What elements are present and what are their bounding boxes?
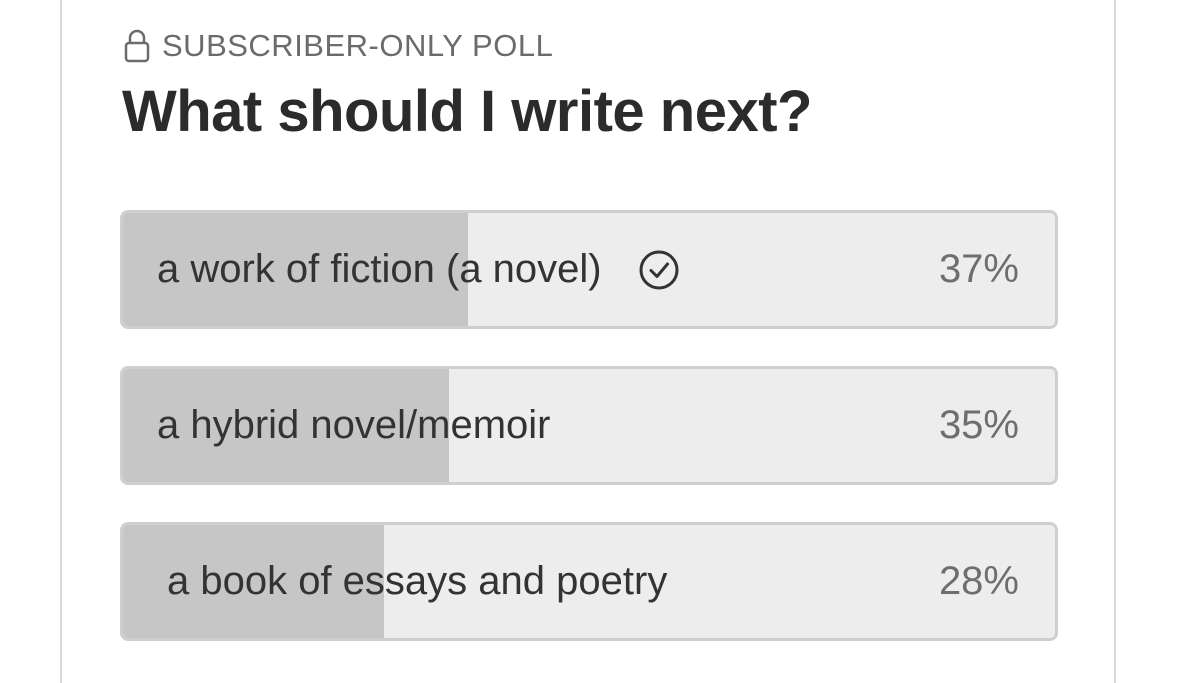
- poll-tag: SUBSCRIBER-ONLY POLL: [124, 26, 553, 66]
- option-label: a work of fiction (a novel): [157, 247, 602, 291]
- poll-tag-label: SUBSCRIBER-ONLY POLL: [162, 28, 554, 63]
- option-percent: 35%: [938, 403, 1019, 447]
- option-percent: 37%: [938, 247, 1019, 291]
- option-label: a hybrid novel/memoir: [157, 403, 551, 447]
- poll-options: a work of fiction (a novel) 37% a hybrid…: [120, 210, 1058, 641]
- option-percent: 28%: [938, 559, 1019, 603]
- poll-option-hybrid[interactable]: a hybrid novel/memoir 35%: [120, 366, 1058, 485]
- poll-option-essays[interactable]: a book of essays and poetry 28%: [120, 522, 1058, 641]
- poll-option-fiction[interactable]: a work of fiction (a novel) 37%: [120, 210, 1058, 329]
- poll-title: What should I write next?: [122, 79, 812, 144]
- check-circle-icon: [638, 249, 680, 291]
- lock-icon: [124, 29, 150, 63]
- option-label: a book of essays and poetry: [167, 559, 668, 603]
